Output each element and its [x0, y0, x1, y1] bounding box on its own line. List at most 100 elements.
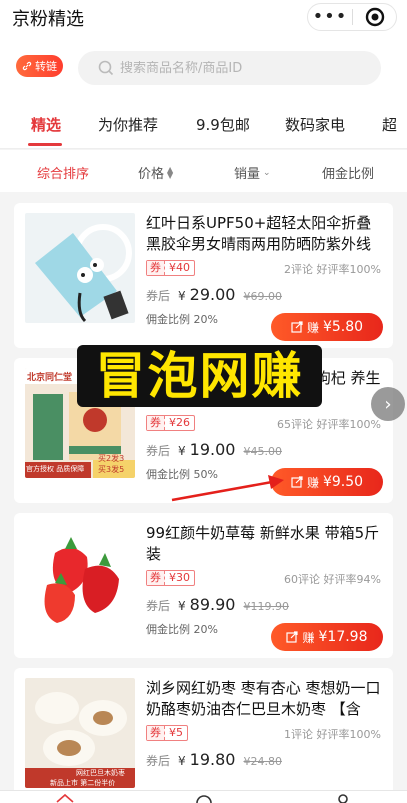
coupon-badge: 券 ¥5 — [146, 725, 188, 741]
after-coupon-label: 券后 — [146, 444, 171, 458]
product-card[interactable]: 网红巴旦木奶枣 新品上市 第二份半价 浏乡网红奶枣 枣有杏心 枣想奶一口 奶酪枣… — [14, 668, 393, 803]
app-title: 京粉精选 — [12, 9, 84, 30]
ratio-prefix: 佣金比例 — [146, 468, 190, 481]
sort-price-label: 价格 — [138, 167, 165, 182]
coupon-label: 券 — [147, 571, 165, 585]
thumb-promo-1: 买2发3 — [98, 454, 125, 463]
sort-overall[interactable]: 综合排序 — [37, 163, 89, 182]
home-icon[interactable] — [56, 793, 74, 803]
ratio-value: 20% — [193, 623, 218, 636]
coupon-value: ¥26 — [169, 416, 190, 429]
current-price: 19.80 — [189, 750, 236, 769]
chevron-down-icon: ⌄ — [263, 167, 271, 178]
convert-link-button[interactable]: 转链 — [16, 55, 63, 77]
product-title: 99红颜牛奶草莓 新鲜水果 带箱5斤装 — [146, 524, 380, 563]
currency-symbol: ¥ — [178, 444, 186, 458]
thumb-tag-text: 网红巴旦木奶枣 — [76, 769, 125, 777]
user-icon[interactable] — [336, 793, 350, 803]
earn-label: 赚 — [306, 475, 319, 490]
sort-commission-ratio-label: 佣金比例 — [322, 167, 375, 182]
ratio-value: 50% — [193, 468, 218, 481]
more-dots-icon[interactable]: ••• — [308, 7, 352, 27]
coupon-value: ¥30 — [169, 571, 190, 584]
target-icon[interactable] — [353, 7, 396, 27]
coupon-badge: 券 ¥40 — [146, 260, 195, 276]
thumb-promo-text: 新品上市 第二份半价 — [50, 779, 116, 787]
search-icon — [98, 60, 114, 76]
earn-amount: ¥5.80 — [322, 319, 364, 335]
commission-ratio: 佣金比例 50% — [146, 466, 218, 482]
coupon-value: ¥5 — [169, 726, 183, 739]
active-tab-indicator — [28, 143, 62, 146]
tab-recommended[interactable]: 为你推荐 — [98, 114, 158, 135]
price-row: 券后 ¥ 19.00 ¥45.00 — [146, 440, 282, 459]
original-price: ¥69.00 — [243, 290, 282, 303]
earn-label: 赚 — [306, 320, 319, 335]
thumb-promo-2: 买3发5 — [98, 465, 125, 474]
earn-button[interactable]: 赚 ¥9.50 — [271, 468, 383, 496]
link-icon — [22, 61, 32, 71]
app-header: 京粉精选 ••• — [0, 0, 407, 35]
earn-button[interactable]: 赚 ¥17.98 — [271, 623, 383, 651]
coupon-label: 券 — [147, 416, 165, 430]
product-title: 浏乡网红奶枣 枣有杏心 枣想奶一口 奶酪枣奶油杏仁巴旦木奶枣 【含巴... — [146, 679, 381, 718]
price-row: 券后 ¥ 29.00 ¥69.00 — [146, 285, 282, 304]
sort-sales-label: 销量 — [234, 167, 261, 182]
share-edit-icon — [291, 476, 303, 488]
review-stats: 65评论 好评率100% — [277, 418, 381, 431]
tab-9-9-free-shipping[interactable]: 9.9包邮 — [196, 114, 250, 135]
ratio-prefix: 佣金比例 — [146, 623, 190, 636]
search-box[interactable] — [78, 51, 381, 85]
compass-icon[interactable] — [196, 793, 212, 803]
earn-amount: ¥17.98 — [318, 629, 368, 645]
commission-ratio: 佣金比例 20% — [146, 311, 218, 327]
bottom-nav — [0, 790, 407, 803]
commission-ratio: 佣金比例 20% — [146, 621, 218, 637]
price-row: 券后 ¥ 89.90 ¥119.90 — [146, 595, 289, 614]
tab-more[interactable]: 超 — [382, 114, 397, 135]
currency-symbol: ¥ — [178, 599, 186, 613]
share-edit-icon — [291, 321, 303, 333]
sort-arrows-icon: ▲ ▼ — [167, 164, 174, 180]
sort-sales[interactable]: 销量 ⌄ — [234, 163, 271, 182]
convert-link-label: 转链 — [35, 60, 57, 73]
sort-price[interactable]: 价格 ▲ ▼ — [138, 163, 173, 182]
category-tabs: 精选 为你推荐 9.9包邮 数码家电 超 — [0, 97, 407, 149]
tab-featured[interactable]: 精选 — [31, 114, 61, 135]
coupon-badge: 券 ¥26 — [146, 415, 195, 431]
price-row: 券后 ¥ 19.80 ¥24.80 — [146, 750, 282, 769]
current-price: 29.00 — [189, 285, 236, 304]
coupon-label: 券 — [147, 261, 165, 275]
ratio-prefix: 佣金比例 — [146, 313, 190, 326]
mini-program-capsule: ••• — [307, 3, 397, 31]
currency-symbol: ¥ — [178, 754, 186, 768]
watermark-banner: 冒泡网赚 — [77, 345, 322, 407]
coupon-value: ¥40 — [169, 261, 190, 274]
review-stats: 2评论 好评率100% — [284, 263, 381, 276]
ratio-value: 20% — [193, 313, 218, 326]
current-price: 19.00 — [189, 440, 236, 459]
product-card[interactable]: 99红颜牛奶草莓 新鲜水果 带箱5斤装 券 ¥30 60评论 好评率94% 券后 … — [14, 513, 393, 658]
product-title: 红叶日系UPF50+超轻太阳伞折叠黑胶伞男女晴雨两用防晒防紫外线遮... — [146, 214, 372, 253]
share-edit-icon — [286, 631, 299, 643]
product-image — [25, 523, 135, 633]
original-price: ¥45.00 — [243, 445, 282, 458]
sort-overall-label: 综合排序 — [37, 167, 90, 182]
sort-commission-ratio[interactable]: 佣金比例 — [322, 163, 374, 182]
thumb-guarantee-text: 官方授权 品质保障 — [26, 465, 85, 473]
after-coupon-label: 券后 — [146, 599, 171, 613]
earn-label: 赚 — [302, 630, 315, 645]
after-coupon-label: 券后 — [146, 289, 171, 303]
original-price: ¥119.90 — [243, 600, 289, 613]
original-price: ¥24.80 — [243, 755, 282, 768]
tab-digital-appliances[interactable]: 数码家电 — [285, 114, 345, 135]
product-card[interactable]: 红叶日系UPF50+超轻太阳伞折叠黑胶伞男女晴雨两用防晒防紫外线遮... 券 ¥4… — [14, 203, 393, 348]
sort-bar: 综合排序 价格 ▲ ▼ 销量 ⌄ 佣金比例 — [0, 150, 407, 192]
earn-button[interactable]: 赚 ¥5.80 — [271, 313, 383, 341]
review-stats: 60评论 好评率94% — [284, 573, 381, 586]
coupon-label: 券 — [147, 726, 165, 740]
search-input[interactable] — [120, 60, 360, 76]
search-bar: 转链 — [0, 35, 407, 97]
chevron-right-icon[interactable]: › — [371, 387, 405, 421]
earn-amount: ¥9.50 — [322, 474, 364, 490]
